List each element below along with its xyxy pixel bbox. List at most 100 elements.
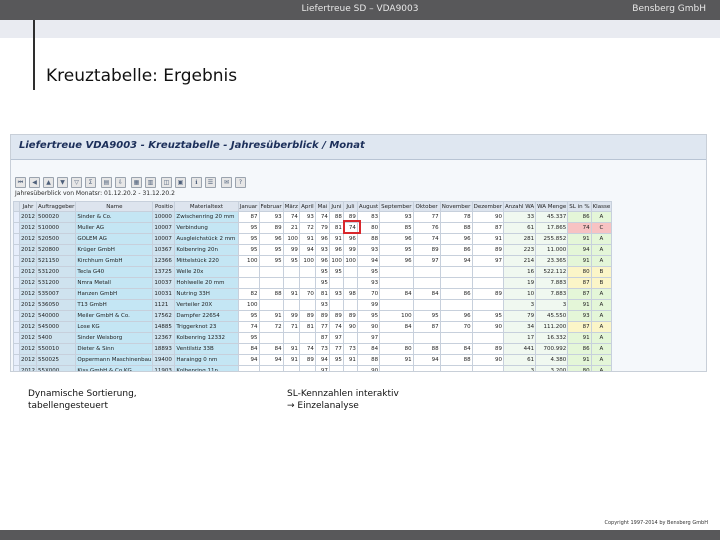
column-header[interactable]: August: [356, 201, 381, 212]
table-cell[interactable]: [439, 299, 473, 311]
table-cell[interactable]: 91: [282, 288, 300, 300]
table-cell[interactable]: 97: [412, 255, 441, 267]
table-cell[interactable]: 88: [356, 354, 381, 366]
table-cell[interactable]: 84: [379, 288, 414, 300]
graphic-icon[interactable]: ◫: [161, 177, 172, 188]
column-header[interactable]: April: [298, 201, 316, 212]
column-header[interactable]: Dezember: [471, 201, 504, 212]
table-cell[interactable]: 71: [282, 321, 300, 333]
table-cell[interactable]: 82: [237, 288, 260, 300]
table-cell[interactable]: [379, 266, 414, 278]
table-cell[interactable]: 93: [328, 288, 344, 300]
table-cell[interactable]: 86: [567, 343, 592, 355]
table-cell[interactable]: 96: [328, 244, 344, 256]
table-cell[interactable]: [258, 277, 284, 289]
table-cell[interactable]: 81: [314, 288, 330, 300]
table-cell[interactable]: 74: [328, 321, 344, 333]
table-cell[interactable]: 90: [342, 321, 358, 333]
table-cell[interactable]: [342, 266, 358, 278]
column-header[interactable]: Name: [75, 201, 154, 212]
table-cell[interactable]: 72: [258, 321, 284, 333]
info-icon[interactable]: ℹ: [191, 177, 202, 188]
table-row[interactable]: 2012 550010 Dieter & Sinn 18893 Ventilstiz 3…: [13, 343, 613, 355]
table-cell[interactable]: 90: [471, 354, 504, 366]
table-cell[interactable]: 80: [379, 343, 414, 355]
filter-icon[interactable]: ▽: [71, 177, 82, 188]
table-cell[interactable]: 61: [502, 222, 537, 234]
column-header[interactable]: Materialtext: [174, 201, 239, 212]
table-cell[interactable]: 95: [237, 332, 260, 344]
table-cell[interactable]: 2012: [19, 321, 37, 333]
table-cell[interactable]: [439, 332, 473, 344]
table-cell[interactable]: Sinder Weisborg: [75, 332, 154, 344]
table-cell[interactable]: 2012: [19, 244, 37, 256]
table-cell[interactable]: 2012: [19, 343, 37, 355]
table-cell[interactable]: 84: [379, 321, 414, 333]
table-cell[interactable]: [379, 332, 414, 344]
table-cell[interactable]: 97: [314, 365, 330, 371]
table-cell[interactable]: 70: [298, 288, 316, 300]
table-cell[interactable]: A: [590, 299, 613, 311]
table-cell[interactable]: 11.000: [535, 244, 569, 256]
table-cell[interactable]: 93: [258, 211, 284, 223]
table-cell[interactable]: Ausgleichstück 2 mm: [174, 233, 239, 245]
table-cell[interactable]: 72: [298, 222, 316, 234]
table-cell[interactable]: 79: [314, 222, 330, 234]
table-cell[interactable]: 99: [282, 244, 300, 256]
table-cell[interactable]: 93: [567, 310, 592, 322]
table-cell[interactable]: 95: [237, 244, 260, 256]
table-cell[interactable]: 84: [439, 343, 473, 355]
table-cell[interactable]: 11903: [152, 365, 176, 371]
column-header[interactable]: Juli: [342, 201, 358, 212]
table-cell[interactable]: 34: [502, 321, 537, 333]
table-cell[interactable]: 89: [298, 310, 316, 322]
table-cell[interactable]: 89: [412, 244, 441, 256]
table-cell[interactable]: 95: [328, 354, 344, 366]
table-cell[interactable]: 55X000: [35, 365, 77, 371]
table-cell[interactable]: B: [590, 266, 613, 278]
table-cell[interactable]: Muller AG: [75, 222, 154, 234]
table-cell[interactable]: 96: [379, 233, 414, 245]
table-row[interactable]: 2012 536050 T13 GmbH 1121 Verteiler 20X 100 93…: [13, 299, 613, 311]
table-cell[interactable]: 88: [439, 354, 473, 366]
table-cell[interactable]: A: [590, 354, 613, 366]
table-row[interactable]: 2012 545000 Lose KG 14885 Triggerknot 23 74 72…: [13, 321, 613, 333]
column-header[interactable]: Positio: [152, 201, 176, 212]
table-cell[interactable]: 93: [356, 277, 381, 289]
table-cell[interactable]: 100: [379, 310, 414, 322]
table-cell[interactable]: 87: [567, 277, 592, 289]
table-cell[interactable]: 13725: [152, 266, 176, 278]
table-cell[interactable]: 18893: [152, 343, 176, 355]
change-layout-icon[interactable]: ▥: [145, 177, 156, 188]
table-cell[interactable]: [342, 332, 358, 344]
table-cell[interactable]: 91: [282, 343, 300, 355]
table-cell[interactable]: 79: [502, 310, 537, 322]
table-cell[interactable]: 100: [298, 255, 316, 267]
table-cell[interactable]: 3.200: [535, 365, 569, 371]
table-cell[interactable]: 99: [342, 244, 358, 256]
column-header[interactable]: Januar: [237, 201, 260, 212]
table-cell[interactable]: 80: [567, 266, 592, 278]
table-cell[interactable]: 2012: [19, 365, 37, 371]
table-cell[interactable]: [298, 277, 316, 289]
table-cell[interactable]: 2012: [19, 266, 37, 278]
excel-icon[interactable]: ▣: [175, 177, 186, 188]
table-cell[interactable]: Meiler GmbH & Co.: [75, 310, 154, 322]
table-cell[interactable]: [342, 277, 358, 289]
table-cell[interactable]: Haraingg 0 nm: [174, 354, 239, 366]
table-cell[interactable]: [298, 332, 316, 344]
table-cell[interactable]: 5400: [35, 332, 77, 344]
table-cell[interactable]: 16.332: [535, 332, 569, 344]
table-cell[interactable]: 1121: [152, 299, 176, 311]
table-cell[interactable]: 2012: [19, 255, 37, 267]
table-cell[interactable]: 81: [328, 222, 344, 234]
table-cell[interactable]: 223: [502, 244, 537, 256]
table-cell[interactable]: 2012: [19, 222, 37, 234]
table-cell[interactable]: 540000: [35, 310, 77, 322]
table-cell[interactable]: 94: [412, 354, 441, 366]
table-cell[interactable]: A: [590, 255, 613, 267]
help-icon[interactable]: ?: [235, 177, 246, 188]
table-cell[interactable]: 94: [314, 354, 330, 366]
mail-icon[interactable]: ✉: [221, 177, 232, 188]
table-cell[interactable]: [298, 266, 316, 278]
